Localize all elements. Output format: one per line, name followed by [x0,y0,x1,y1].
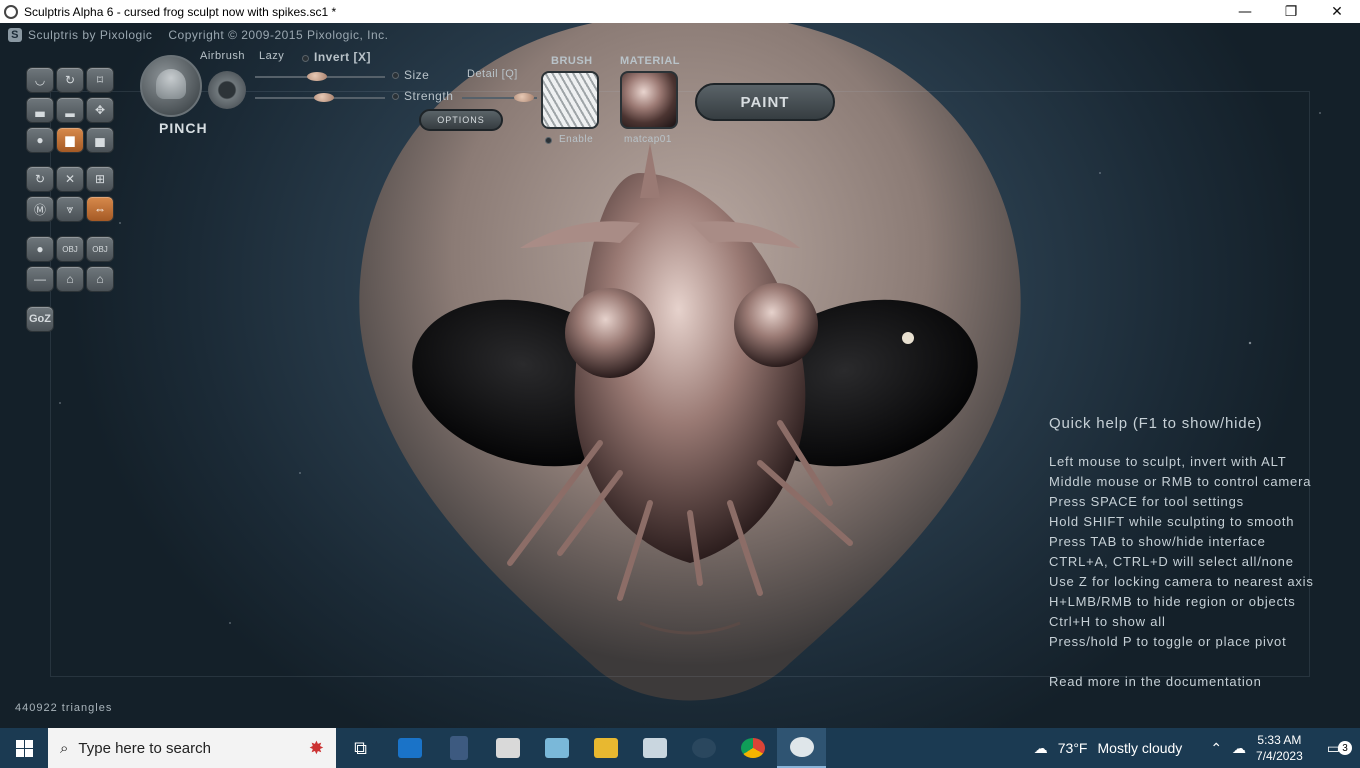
tool-save-button[interactable]: ⌂ [86,266,114,292]
detail-slider-knob[interactable] [514,93,534,102]
close-button[interactable]: ✕ [1314,0,1360,23]
tool-plane-button[interactable]: — [26,266,54,292]
tool-smooth-button[interactable]: ▅ [86,127,114,153]
help-line: CTRL+A, CTRL+D will select all/none [1049,554,1294,569]
tool-open-button[interactable]: ⌂ [56,266,84,292]
help-line: Press TAB to show/hide interface [1049,534,1266,549]
tool-mirror-button[interactable]: ⇔ [86,196,114,222]
material-swatch[interactable] [620,71,678,129]
help-line: Middle mouse or RMB to control camera [1049,474,1312,489]
material-name: matcap01 [624,134,672,145]
tool-import-obj-button[interactable]: OBJ [56,236,84,262]
app-header: S Sculptris by Pixologic Copyright © 200… [8,28,389,42]
window-title: Sculptris Alpha 6 - cursed frog sculpt n… [24,4,337,19]
windows-logo-icon [15,739,33,757]
help-line: Press/hold P to toggle or place pivot [1049,634,1287,649]
tool-pinch-button[interactable]: ▆ [56,127,84,153]
title-bar: Sculptris Alpha 6 - cursed frog sculpt n… [0,0,1360,23]
tool-mask-button[interactable]: Ⓜ [26,196,54,222]
weather-temp[interactable]: 73°F [1058,740,1088,756]
tool-reduce-button[interactable]: ↻ [26,166,54,192]
weather-icon: ☁ [1033,739,1048,756]
maximize-button[interactable]: ❐ [1268,0,1314,23]
brush-texture-swatch[interactable] [541,71,599,129]
enable-checkbox[interactable] [545,137,552,144]
sculptris-logo-icon: S [8,28,22,42]
tool-grab-button[interactable]: ✥ [86,97,114,123]
help-line: Hold SHIFT while sculpting to smooth [1049,514,1295,529]
start-button[interactable] [0,728,48,768]
airbrush-label: Airbrush [200,50,245,62]
minimize-button[interactable]: — [1222,0,1268,23]
sculpt-viewport[interactable]: S Sculptris by Pixologic Copyright © 200… [0,23,1360,728]
chevron-up-icon[interactable]: ⌃ [1210,740,1222,757]
help-line: H+LMB/RMB to hide region or objects [1049,594,1296,609]
task-view-icon[interactable]: ⧉ [336,728,385,768]
photos-app-icon[interactable] [630,728,679,768]
material-label: MATERIAL [620,55,681,67]
search-icon: ⌕ [60,739,69,757]
strength-dot[interactable] [392,93,399,100]
options-button[interactable]: OPTIONS [419,109,503,131]
invert-label: Invert [X] [314,50,372,64]
tool-flatten-button[interactable]: ▃ [26,97,54,123]
lazy-label: Lazy [259,50,285,62]
paint-button[interactable]: PAINT [695,83,835,121]
search-placeholder: Type here to search [78,739,211,757]
strength-slider-knob[interactable] [314,93,334,102]
quick-help-title: Quick help (F1 to show/hide) [1049,415,1263,432]
tool-sphere-button[interactable]: ● [26,236,54,262]
tool-draw-button[interactable]: ▂ [56,97,84,123]
quick-help-panel: Quick help (F1 to show/hide) Left mouse … [1049,415,1314,692]
size-label: Size [404,68,430,82]
size-slider-knob[interactable] [307,72,327,81]
help-line: Press SPACE for tool settings [1049,494,1244,509]
invert-checkbox[interactable] [302,55,309,62]
airbrush-toggle[interactable] [208,71,246,109]
tool-scale-button[interactable]: ⌑ [86,67,114,93]
sculptris-app-icon [4,4,18,19]
size-dot[interactable] [392,72,399,79]
copyright-text: Copyright © 2009-2015 Pixologic, Inc. [168,28,389,42]
app-name: Sculptris by Pixologic [28,28,153,42]
tool-rotate-button[interactable]: ↻ [56,67,84,93]
chrome-icon[interactable] [728,728,777,768]
tool-subdivide-button[interactable]: ✕ [56,166,84,192]
taskbar-search-box[interactable]: ⌕ Type here to search ✸ [48,728,336,768]
notes-app-icon[interactable] [532,728,581,768]
strength-label: Strength [404,89,454,103]
brush-label: BRUSH [551,55,593,67]
triangle-count: 440922 triangles [15,702,113,714]
notification-count: 3 [1338,741,1352,755]
books-app-icon[interactable] [483,728,532,768]
goz-button[interactable]: GoZ [26,306,54,332]
enable-label: Enable [559,134,594,145]
brush-name: PINCH [159,120,208,136]
clock-date: 7/4/2023 [1256,749,1303,763]
weather-desc[interactable]: Mostly cloudy [1098,740,1183,756]
clock[interactable]: 5:33 AM 7/4/2023 [1256,732,1303,764]
help-line: Ctrl+H to show all [1049,614,1166,629]
detail-label: Detail [Q] [467,68,518,80]
tool-inflate-button[interactable]: ● [26,127,54,153]
file-explorer-icon[interactable] [581,728,630,768]
calculator-icon[interactable] [434,728,483,768]
steam-icon[interactable] [679,728,728,768]
help-line: Use Z for locking camera to nearest axis [1049,574,1314,589]
network-icon[interactable]: ☁ [1232,740,1246,757]
help-line: Left mouse to sculpt, invert with ALT [1049,454,1287,469]
windows-taskbar: ⌕ Type here to search ✸ ⧉ ☁ 73°F Mostly … [0,728,1360,768]
sculptris-taskbar-icon[interactable] [777,728,826,768]
pinch-brush-icon[interactable] [140,55,202,117]
tool-wireframe-button[interactable]: ⊞ [86,166,114,192]
tool-crease-button[interactable]: ◡ [26,67,54,93]
tool-export-obj-button[interactable]: OBJ [86,236,114,262]
tool-symmetry-button[interactable]: ⩔ [56,196,84,222]
mail-icon[interactable] [385,728,434,768]
clock-time: 5:33 AM [1257,733,1302,747]
documentation-link[interactable]: Read more in the documentation [1049,672,1314,692]
search-highlight-icon: ✸ [308,737,324,758]
system-tray: ☁ 73°F Mostly cloudy ⌃ ☁ 5:33 AM 7/4/202… [1034,732,1360,764]
